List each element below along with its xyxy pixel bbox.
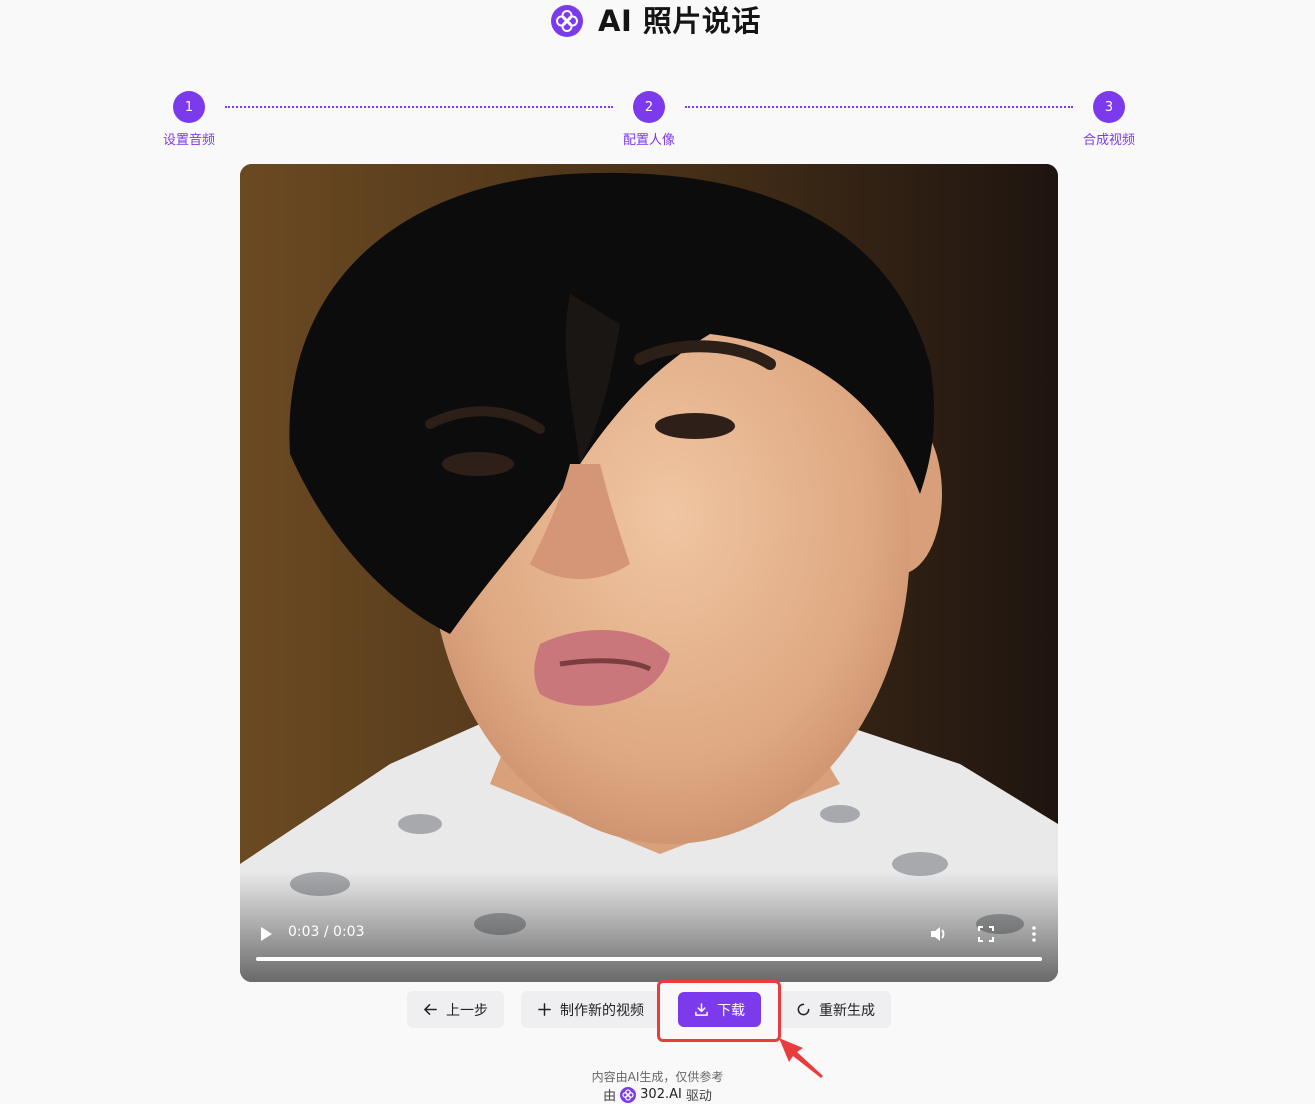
- progress-bar[interactable]: [256, 957, 1042, 961]
- step-3-label: 合成视频: [1082, 133, 1135, 148]
- step-2-indicator[interactable]: 2: [633, 91, 665, 123]
- more-vertical-icon[interactable]: [1026, 925, 1042, 943]
- powered-prefix: 由: [603, 1089, 617, 1104]
- step-2-label: 配置人像: [622, 133, 675, 148]
- page-title: AI 照片说话: [598, 4, 761, 38]
- regenerate-button-label: 重新生成: [819, 1002, 875, 1019]
- arrow-left-icon: [424, 1004, 437, 1015]
- time-display: 0:03 / 0:03: [288, 924, 365, 940]
- four-petal-flower-icon: [551, 5, 583, 37]
- step-3-indicator[interactable]: 3: [1093, 91, 1125, 123]
- video-player[interactable]: [240, 164, 1058, 982]
- progress-fill: [256, 957, 1042, 961]
- back-button[interactable]: 上一步: [407, 991, 504, 1028]
- back-button-label: 上一步: [446, 1002, 488, 1019]
- new-video-button-label: 制作新的视频: [560, 1002, 644, 1019]
- step-1-indicator[interactable]: 1: [173, 91, 205, 123]
- refresh-icon: [797, 1003, 810, 1016]
- powered-suffix: 驱动: [685, 1089, 712, 1104]
- step-connector: [685, 106, 1073, 108]
- fullscreen-icon[interactable]: [978, 926, 994, 942]
- app-header: AI 照片说话: [0, 0, 1315, 44]
- video-frame-portrait: [240, 164, 1058, 982]
- step-connector: [225, 106, 613, 108]
- brand-link[interactable]: 302.AI: [640, 1087, 682, 1102]
- brand-logo-icon: [620, 1086, 637, 1103]
- new-video-button[interactable]: 制作新的视频: [521, 991, 660, 1028]
- step-1-label: 设置音频: [162, 133, 215, 148]
- highlight-annotation: [657, 980, 781, 1042]
- regenerate-button[interactable]: 重新生成: [778, 991, 891, 1028]
- volume-icon[interactable]: [929, 925, 947, 943]
- play-icon[interactable]: [258, 926, 274, 942]
- ai-disclaimer: 内容由AI生成，仅供参考: [591, 1070, 724, 1084]
- plus-icon: [538, 1003, 551, 1016]
- powered-by: 由 302.AI 驱动: [0, 1085, 1315, 1104]
